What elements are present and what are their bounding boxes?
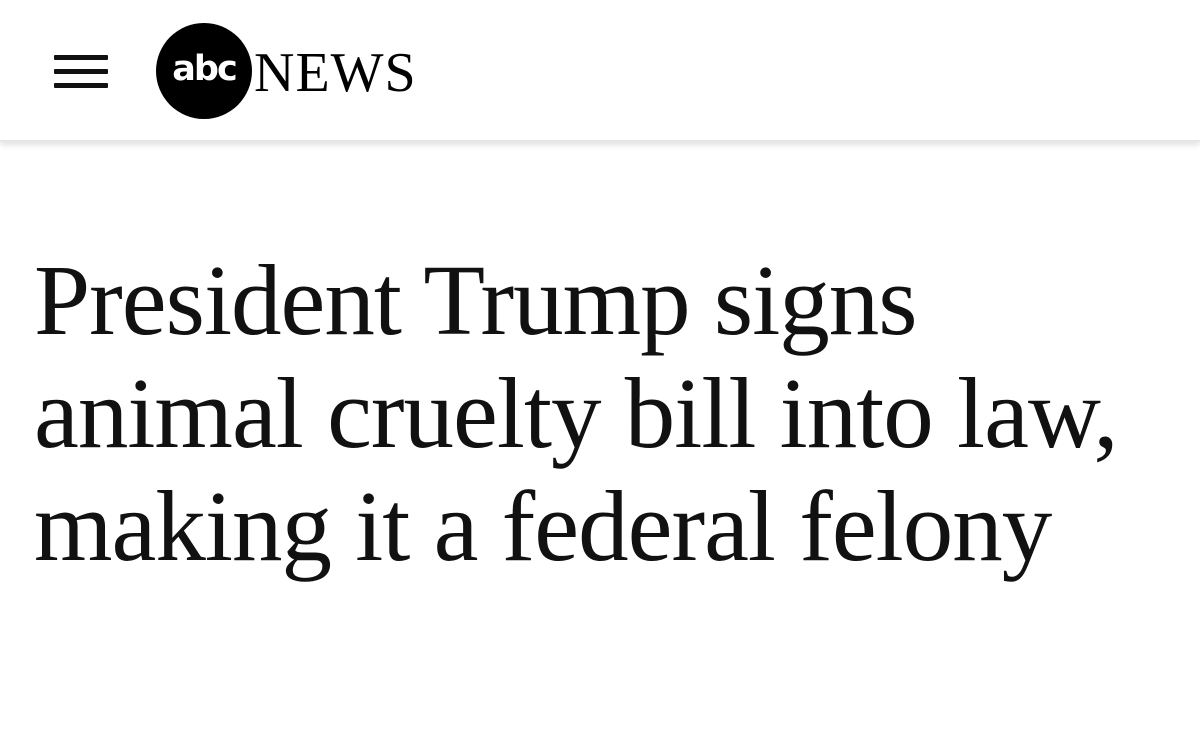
menu-line: [54, 55, 108, 60]
news-wordmark: NEWS: [254, 42, 417, 104]
abc-logo-mark: abc: [156, 23, 252, 119]
abc-news-logo[interactable]: abc NEWS: [156, 22, 417, 120]
site-header: abc NEWS: [0, 0, 1200, 142]
menu-line: [54, 69, 108, 74]
article-headline: President Trump signs animal cruelty bil…: [34, 244, 1119, 582]
hamburger-menu-icon[interactable]: [52, 50, 110, 94]
menu-line: [54, 83, 108, 88]
